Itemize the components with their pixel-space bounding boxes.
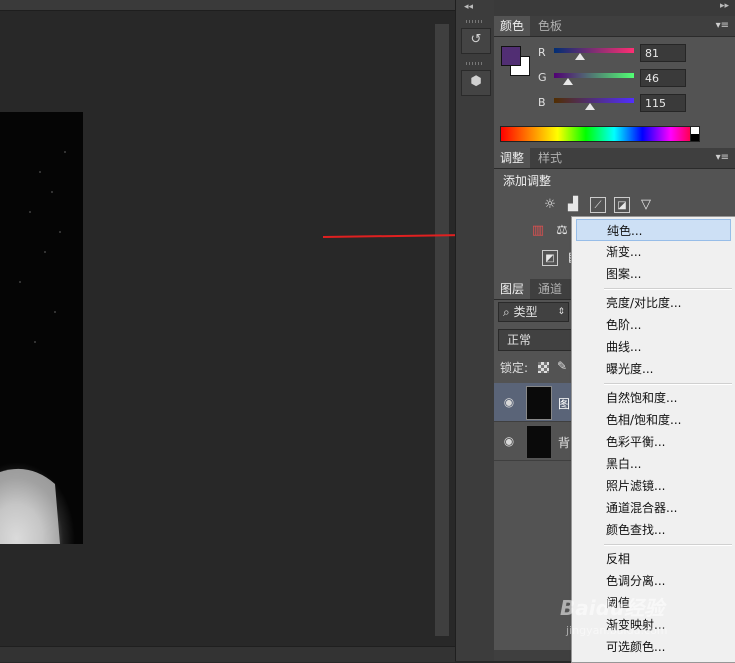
canvas-horizontal-scrollbar[interactable] (0, 646, 455, 662)
foreground-color-swatch[interactable] (501, 46, 521, 66)
invert-icon[interactable]: ◩ (542, 250, 558, 266)
menu-item[interactable]: 照片滤镜... (576, 475, 731, 497)
menu-item[interactable]: 色相/饱和度... (576, 409, 731, 431)
levels-icon[interactable]: ▟ (565, 197, 581, 213)
channel-label-r: R (538, 46, 546, 59)
layer-thumbnail (526, 386, 552, 420)
menu-item[interactable]: 亮度/对比度... (576, 292, 731, 314)
menu-item[interactable]: 反相 (576, 548, 731, 570)
panel-collapse-bar[interactable]: ▸▸ (494, 0, 735, 16)
channel-slider-thumb[interactable] (574, 53, 585, 60)
search-icon: ⌕ (503, 305, 514, 319)
color-balance-icon[interactable]: ⚖ (554, 223, 570, 239)
channel-value-r[interactable]: 81 (640, 44, 686, 62)
document-canvas[interactable] (0, 0, 455, 662)
dock-grip[interactable] (466, 20, 484, 23)
channel-value-g[interactable]: 46 (640, 69, 686, 87)
layer-name[interactable]: 背 (558, 434, 570, 451)
document-image[interactable] (0, 112, 83, 544)
color-panel-tabbar: 颜色 色板 ▾≡ (494, 16, 735, 37)
layer-name[interactable]: 图 (558, 395, 570, 412)
menu-item[interactable]: 可选颜色... (576, 636, 731, 658)
lock-transparency-icon[interactable] (538, 362, 549, 373)
layer-filter-select[interactable]: ⌕ 类型 ⇕ (498, 302, 569, 322)
watermark: Baidu经验 (560, 596, 665, 620)
3d-cube-icon[interactable]: ⬢ (461, 70, 491, 96)
channel-label-b: B (538, 96, 546, 109)
menu-item[interactable]: 色阶... (576, 314, 731, 336)
channel-value-b[interactable]: 115 (640, 94, 686, 112)
tab-color[interactable]: 颜色 (494, 16, 531, 36)
history-icon[interactable]: ↺ (461, 28, 491, 54)
expand-arrows-icon[interactable]: ▸▸ (720, 1, 729, 11)
channel-slider-thumb[interactable] (563, 78, 574, 85)
select-arrows-icon: ⇕ (557, 307, 565, 317)
menu-item[interactable]: 纯色... (576, 219, 731, 241)
visibility-eye-icon[interactable]: ◉ (502, 395, 516, 409)
panel-menu-icon[interactable]: ▾≡ (716, 20, 729, 31)
canvas-vertical-scrollbar[interactable] (435, 24, 449, 636)
layer-filter-label: 类型 (513, 305, 538, 319)
channel-slider-thumb[interactable] (585, 103, 595, 110)
visibility-eye-icon[interactable]: ◉ (502, 434, 516, 448)
tab-adjustments[interactable]: 调整 (494, 148, 531, 168)
menu-item[interactable]: 图案... (576, 263, 731, 285)
vibrance-icon[interactable]: ▽ (638, 197, 654, 213)
tab-swatches[interactable]: 色板 (532, 16, 568, 36)
watermark-url: jingyan.baidu.com (566, 624, 668, 637)
menu-item[interactable]: 颜色查找... (576, 519, 731, 541)
menu-item[interactable]: 曝光度... (576, 358, 731, 380)
document-tab-strip (0, 0, 455, 11)
color-spectrum-bar[interactable] (500, 126, 700, 142)
exposure-icon[interactable]: ◪ (614, 197, 630, 213)
tab-channels[interactable]: 通道 (532, 279, 568, 299)
menu-item[interactable]: 色彩平衡... (576, 431, 731, 453)
curves-icon[interactable]: ⟋ (590, 197, 606, 213)
adjustments-panel-tabbar: 调整 样式 ▾≡ (494, 148, 735, 169)
blend-mode-select[interactable]: 正常 (498, 329, 573, 351)
panel-menu-icon[interactable]: ▾≡ (716, 152, 729, 163)
menu-item[interactable]: 色调分离... (576, 570, 731, 592)
menu-separator (604, 288, 732, 290)
layer-thumbnail (526, 425, 552, 459)
hue-saturation-icon[interactable]: ▥ (530, 223, 546, 239)
channel-slider-r[interactable] (554, 48, 634, 53)
tab-styles[interactable]: 样式 (532, 148, 568, 168)
lock-label: 锁定: (500, 361, 529, 375)
add-adjustment-heading: 添加调整 (503, 174, 552, 188)
channel-label-g: G (538, 71, 547, 84)
dock-grip[interactable] (466, 62, 484, 65)
menu-item[interactable]: 通道混合器... (576, 497, 731, 519)
menu-item[interactable]: 曲线... (576, 336, 731, 358)
menu-item[interactable]: 自然饱和度... (576, 387, 731, 409)
brightness-contrast-icon[interactable]: ☼ (542, 197, 558, 213)
menu-item[interactable]: 渐变... (576, 241, 731, 263)
menu-item[interactable]: 黑白... (576, 453, 731, 475)
panel-dock-strip: ◂◂ ↺ ⬢ (455, 0, 495, 661)
collapse-arrows-icon[interactable]: ◂◂ (464, 2, 473, 12)
lock-brush-icon[interactable]: ✎ (557, 359, 567, 373)
menu-separator (604, 383, 732, 385)
tab-layers[interactable]: 图层 (494, 279, 531, 299)
menu-separator (604, 544, 732, 546)
black-white-swatch[interactable] (690, 126, 700, 142)
